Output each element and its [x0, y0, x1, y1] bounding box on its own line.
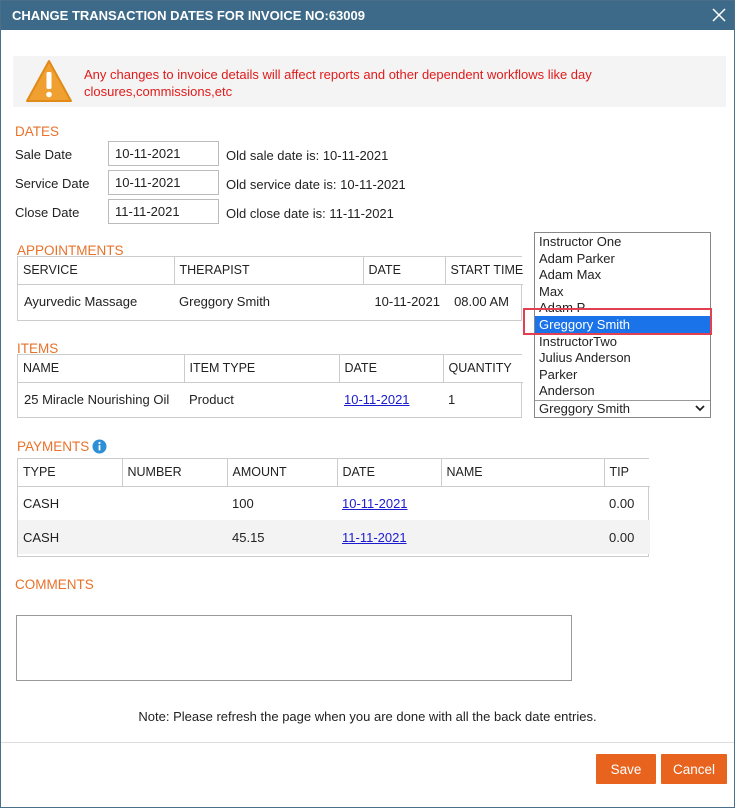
item-date-cell: 10-11-2021	[339, 382, 443, 416]
payment-amount-cell: 45.15	[227, 520, 337, 554]
col-tip: TIP	[604, 459, 650, 487]
comments-section-title: COMMENTS	[15, 577, 94, 592]
col-amount: AMOUNT	[227, 459, 338, 487]
sale-date-input[interactable]	[108, 141, 219, 166]
close-date-input[interactable]	[108, 199, 219, 224]
payment-type-cell: CASH	[23, 495, 60, 511]
warning-text: Any changes to invoice details will affe…	[84, 67, 592, 99]
warning-icon	[26, 60, 72, 102]
footer-divider	[1, 742, 734, 743]
payment-date-link[interactable]: 10-11-2021	[342, 496, 408, 511]
save-button[interactable]: Save	[596, 754, 656, 784]
service-cell: Ayurvedic Massage	[24, 293, 138, 309]
payment-number-cell	[122, 520, 227, 554]
appointments-table: SERVICE THERAPIST DATE START TIME Ayurve…	[17, 256, 523, 321]
therapist-option[interactable]: Julius Anderson	[535, 349, 710, 366]
therapist-option[interactable]: InstructorTwo	[535, 333, 710, 350]
therapist-option[interactable]: Anderson	[535, 382, 710, 398]
col-number: NUMBER	[122, 459, 228, 487]
col-name: NAME	[441, 459, 605, 487]
old-sale-date: Old sale date is: 10-11-2021	[226, 148, 389, 163]
highlight-box	[523, 308, 712, 335]
info-icon[interactable]	[92, 439, 107, 454]
item-date-link[interactable]: 10-11-2021	[344, 392, 410, 407]
col-service: SERVICE	[18, 257, 175, 285]
col-start-time: START TIME	[445, 257, 523, 285]
close-date-label: Close Date	[15, 205, 80, 220]
table-row: Ayurvedic Massage Greggory Smith 10-11-2…	[18, 284, 523, 318]
payment-tip-cell: 0.00	[609, 495, 635, 511]
change-dates-dialog: CHANGE TRANSACTION DATES FOR INVOICE NO:…	[0, 0, 735, 808]
service-date-input[interactable]	[108, 170, 219, 195]
payment-tip-cell: 0.00	[604, 520, 650, 554]
col-date: DATE	[339, 355, 444, 383]
item-quantity-cell: 1	[448, 391, 456, 407]
payment-name-cell	[441, 520, 604, 554]
therapist-option[interactable]: Parker	[535, 366, 710, 383]
col-quantity: QUANTITY	[443, 355, 523, 383]
col-name: NAME	[18, 355, 185, 383]
payment-date-cell: 10-11-2021	[337, 486, 441, 520]
table-row: CASH 45.15 11-11-2021 0.00	[18, 520, 650, 554]
close-icon[interactable]	[710, 6, 728, 24]
item-type-cell: Product	[189, 391, 234, 407]
payment-type-cell: CASH	[18, 520, 122, 554]
col-date: DATE	[363, 257, 446, 285]
table-row: 25 Miracle Nourishing Oil Product 10-11-…	[18, 382, 523, 416]
therapist-option[interactable]: Adam Parker	[535, 250, 710, 267]
therapist-option[interactable]: Adam Max	[535, 266, 710, 283]
therapist-option[interactable]: Instructor One	[535, 233, 710, 250]
old-service-date: Old service date is: 10-11-2021	[226, 177, 406, 192]
therapist-select-value: Greggory Smith	[539, 401, 631, 416]
old-close-date: Old close date is: 11-11-2021	[226, 206, 394, 221]
sale-date-label: Sale Date	[15, 147, 73, 162]
payment-date-cell: 11-11-2021	[337, 520, 441, 554]
dialog-title: CHANGE TRANSACTION DATES FOR INVOICE NO:…	[12, 8, 365, 23]
col-type: TYPE	[18, 459, 123, 487]
therapist-option[interactable]: Max	[535, 283, 710, 300]
payment-number-cell	[122, 486, 227, 520]
payment-name-cell	[441, 486, 604, 520]
date-cell: 10-11-2021	[374, 293, 440, 309]
items-table: NAME ITEM TYPE DATE QUANTITY 25 Miracle …	[17, 354, 523, 418]
payments-section-title: PAYMENTS	[17, 439, 90, 454]
table-row: CASH 100 10-11-2021 0.00	[18, 486, 650, 520]
item-name-cell: 25 Miracle Nourishing Oil	[24, 391, 170, 407]
refresh-note: Note: Please refresh the page when you a…	[138, 709, 597, 724]
payment-date-link[interactable]: 11-11-2021	[342, 530, 407, 545]
dialog-titlebar: CHANGE TRANSACTION DATES FOR INVOICE NO:…	[1, 1, 734, 30]
start-time-cell: 08.00 AM	[454, 293, 509, 309]
warning-banner: Any changes to invoice details will affe…	[13, 56, 726, 107]
service-date-label: Service Date	[15, 176, 90, 191]
therapist-select[interactable]: Greggory Smith	[535, 400, 710, 417]
col-therapist: THERAPIST	[174, 257, 364, 285]
col-date: DATE	[337, 459, 442, 487]
payments-table: TYPE NUMBER AMOUNT DATE NAME TIP CASH 10…	[17, 458, 650, 557]
chevron-down-icon	[695, 405, 705, 412]
cancel-button[interactable]: Cancel	[661, 754, 727, 784]
therapist-cell[interactable]: Greggory Smith	[174, 284, 363, 318]
dates-section-title: DATES	[15, 124, 60, 139]
col-item-type: ITEM TYPE	[184, 355, 340, 383]
comments-textarea[interactable]	[16, 615, 572, 681]
payment-amount-cell: 100	[232, 495, 254, 511]
